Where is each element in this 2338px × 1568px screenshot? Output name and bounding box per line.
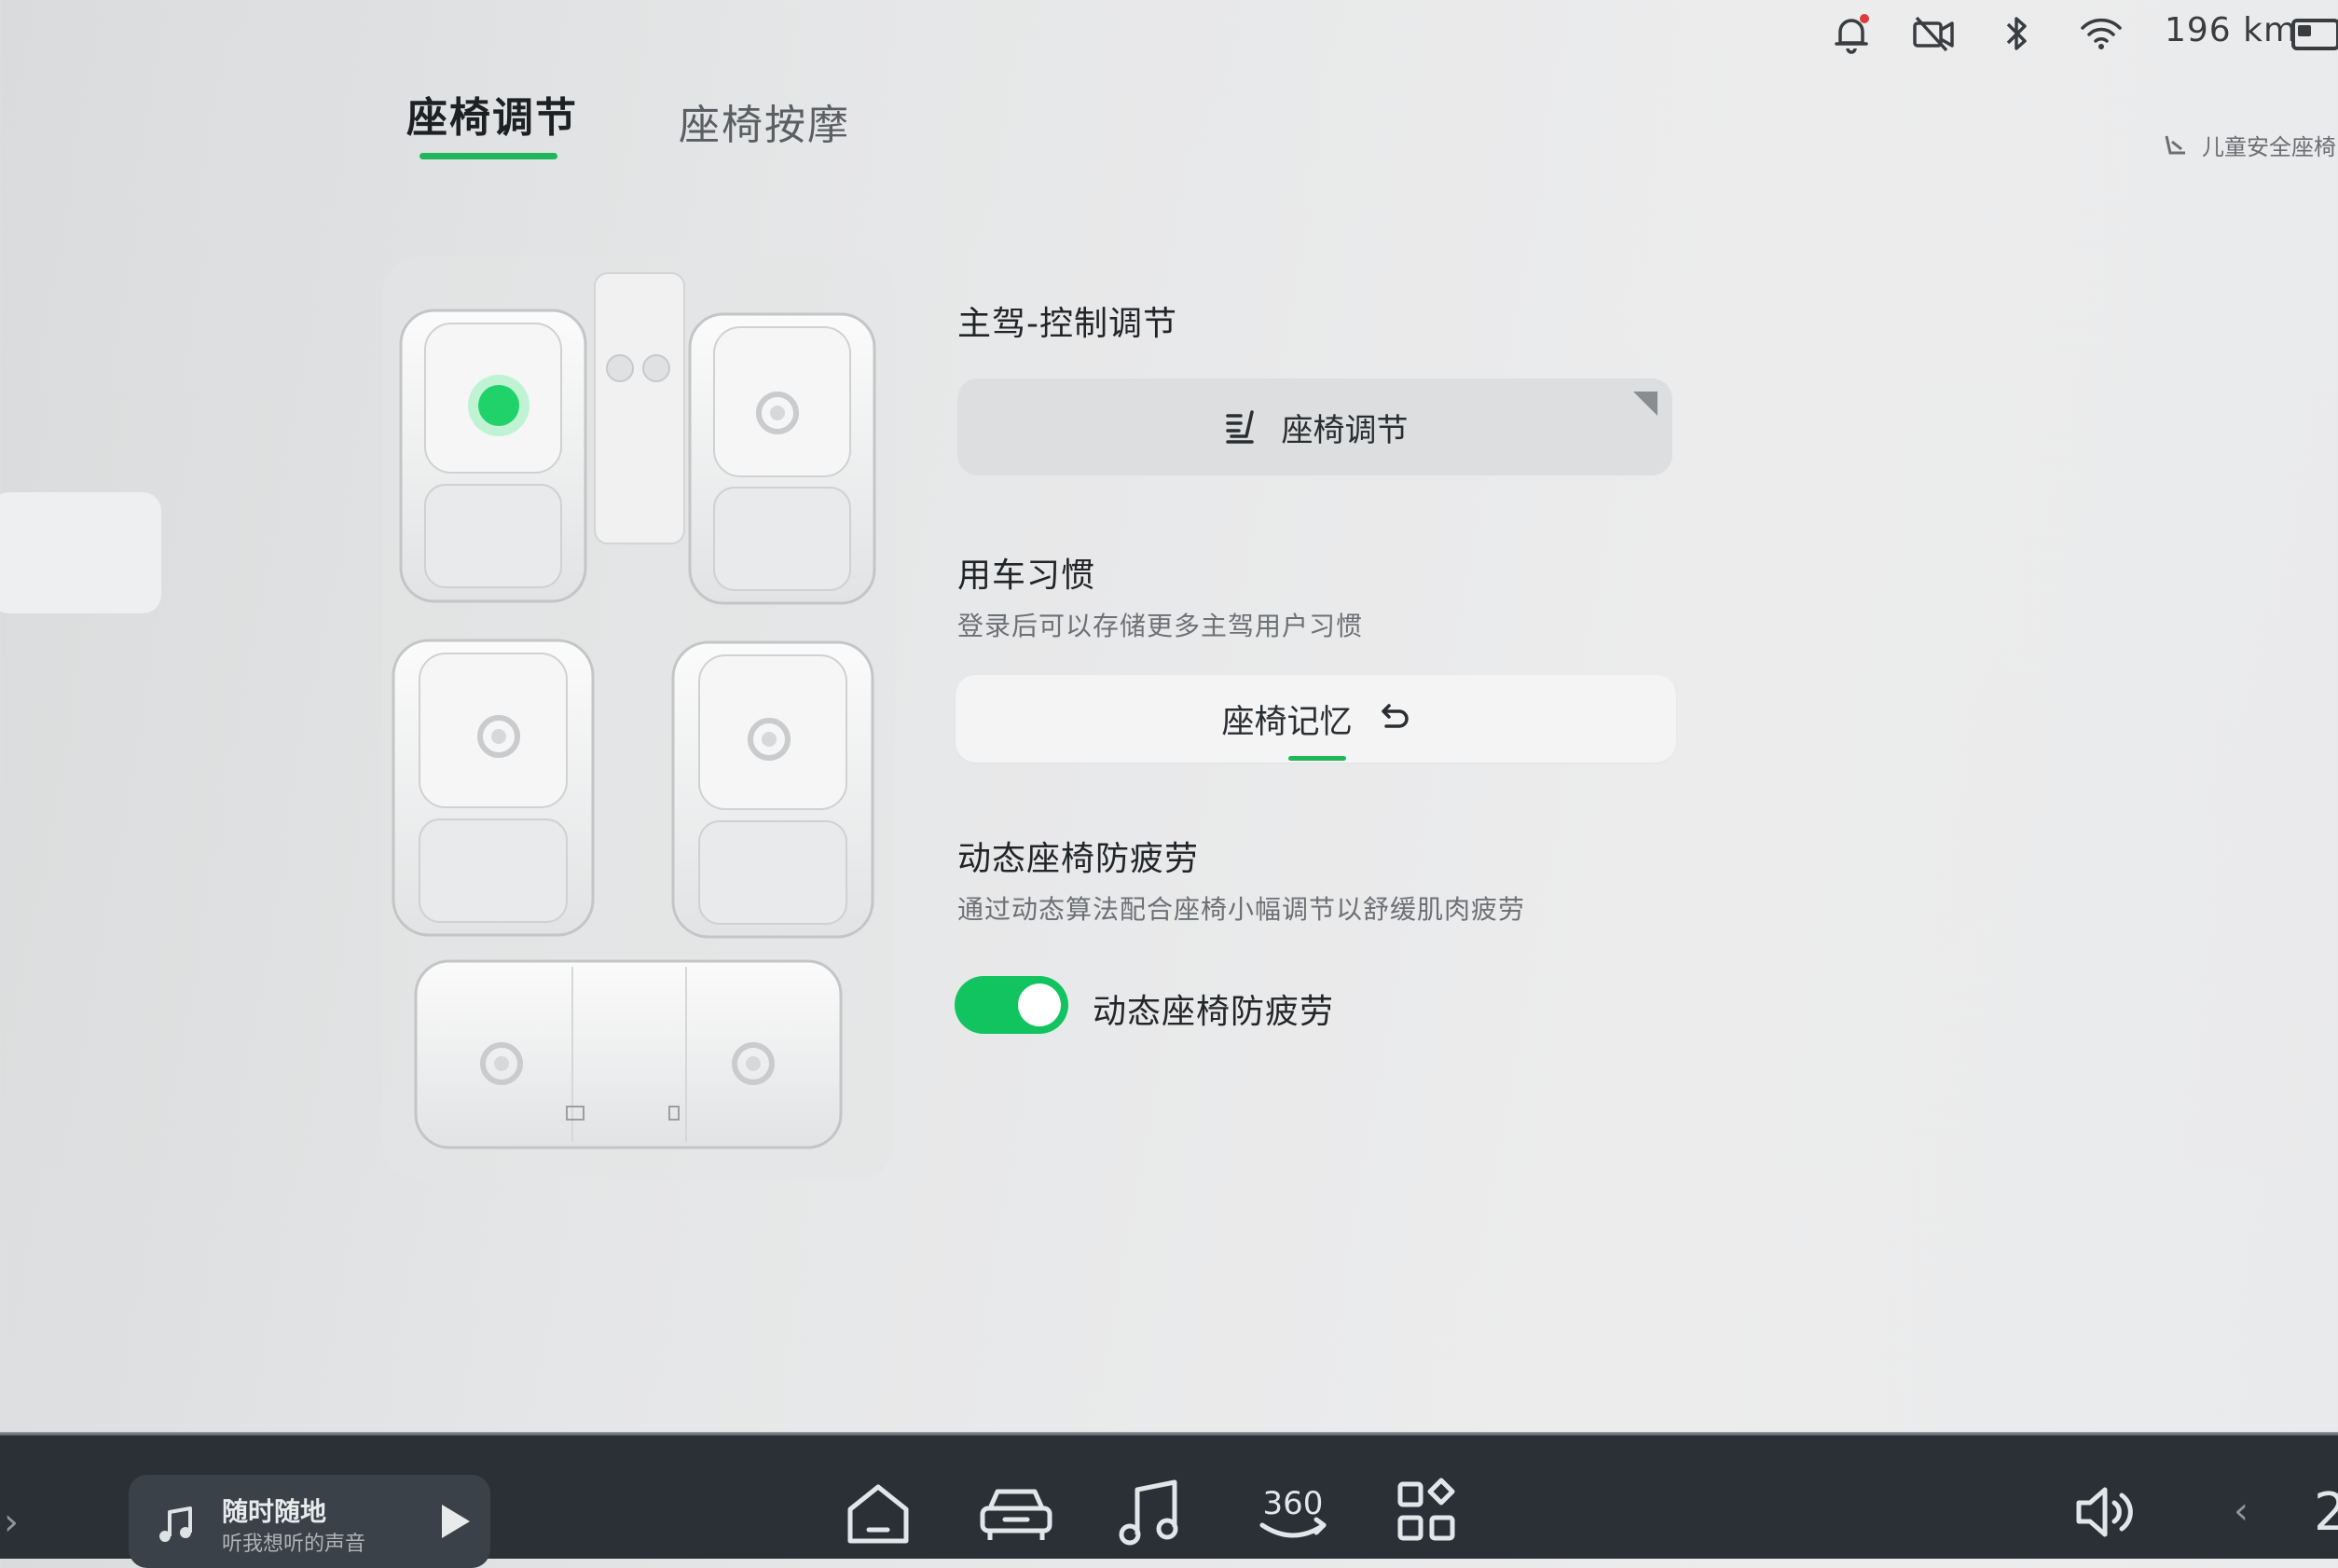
- center-console: [594, 272, 685, 544]
- tab-seat-massage[interactable]: 座椅按摩: [679, 91, 850, 151]
- memory-progress-indicator: [1288, 756, 1346, 761]
- seat-front-passenger[interactable]: [688, 312, 876, 605]
- seat-adjust-icon: [1225, 410, 1254, 444]
- toggle-knob: [1018, 983, 1061, 1026]
- seat-memory-button[interactable]: 座椅记忆: [956, 675, 1676, 763]
- anti-fatigue-toggle[interactable]: [955, 976, 1068, 1034]
- seat-third-row-bench[interactable]: [414, 959, 843, 1149]
- child-seat-icon: [2165, 135, 2185, 154]
- play-icon[interactable]: [436, 1501, 474, 1542]
- driver-control-title: 主驾-控制调节: [957, 305, 1177, 343]
- side-panel-edge: [0, 492, 161, 613]
- habits-title: 用车习惯: [957, 557, 1096, 595]
- cup-holder-right: [642, 354, 670, 382]
- tab-seat-adjust[interactable]: 座椅调节: [406, 84, 578, 144]
- selected-seat-dot: [478, 385, 519, 426]
- music-title: 随时随地: [222, 1496, 327, 1527]
- dock-left-chevron-icon[interactable]: ›: [4, 1501, 19, 1544]
- seat-second-row-left[interactable]: [392, 639, 595, 937]
- seat-second-row-right[interactable]: [671, 640, 874, 939]
- volume-icon[interactable]: [2073, 1480, 2135, 1544]
- bluetooth-icon[interactable]: [1993, 9, 2042, 58]
- seat-adjust-label: 座椅调节: [1281, 411, 1409, 449]
- child-seat-shortcut[interactable]: 儿童安全座椅: [2161, 129, 2336, 161]
- anti-fatigue-title: 动态座椅防疲劳: [957, 840, 1200, 878]
- music-note-icon: [159, 1506, 192, 1542]
- battery-icon: [2291, 19, 2338, 50]
- habits-description: 登录后可以存储更多主驾用户习惯: [957, 611, 1364, 641]
- range-readout: 196 km: [2165, 11, 2298, 49]
- music-icon[interactable]: [1115, 1477, 1184, 1549]
- active-tab-indicator: [419, 153, 557, 159]
- dock-edge-number: 2: [2314, 1482, 2338, 1543]
- car-icon[interactable]: [977, 1480, 1055, 1546]
- undo-arrow-icon: [1381, 704, 1409, 728]
- music-subtitle: 听我想听的声音: [222, 1533, 366, 1556]
- anti-fatigue-description: 通过动态算法配合座椅小幅调节以舒缓肌肉疲劳: [957, 894, 1526, 925]
- seat-driver[interactable]: [399, 309, 587, 603]
- 360-view-icon[interactable]: 360: [1255, 1477, 1331, 1551]
- bell-icon[interactable]: [1827, 9, 1876, 58]
- camera-off-icon: [1909, 9, 1958, 58]
- expand-corner-icon: [1633, 392, 1657, 416]
- seat-adjust-button[interactable]: 座椅调节: [957, 378, 1672, 475]
- wifi-icon[interactable]: [2077, 9, 2125, 58]
- seat-memory-label: 座椅记忆: [1221, 703, 1353, 741]
- seat-map: [382, 256, 895, 1179]
- 360-label: 360: [1263, 1485, 1324, 1522]
- apps-icon[interactable]: [1395, 1477, 1460, 1549]
- child-seat-label: 儿童安全座椅: [2202, 134, 2336, 160]
- music-widget[interactable]: 随时随地 听我想听的声音: [129, 1475, 490, 1568]
- cup-holder-left: [606, 354, 634, 382]
- anti-fatigue-toggle-label: 动态座椅防疲劳: [1093, 993, 1335, 1031]
- home-icon[interactable]: [843, 1478, 914, 1548]
- dock-right-chevron-icon[interactable]: ‹: [2234, 1490, 2249, 1533]
